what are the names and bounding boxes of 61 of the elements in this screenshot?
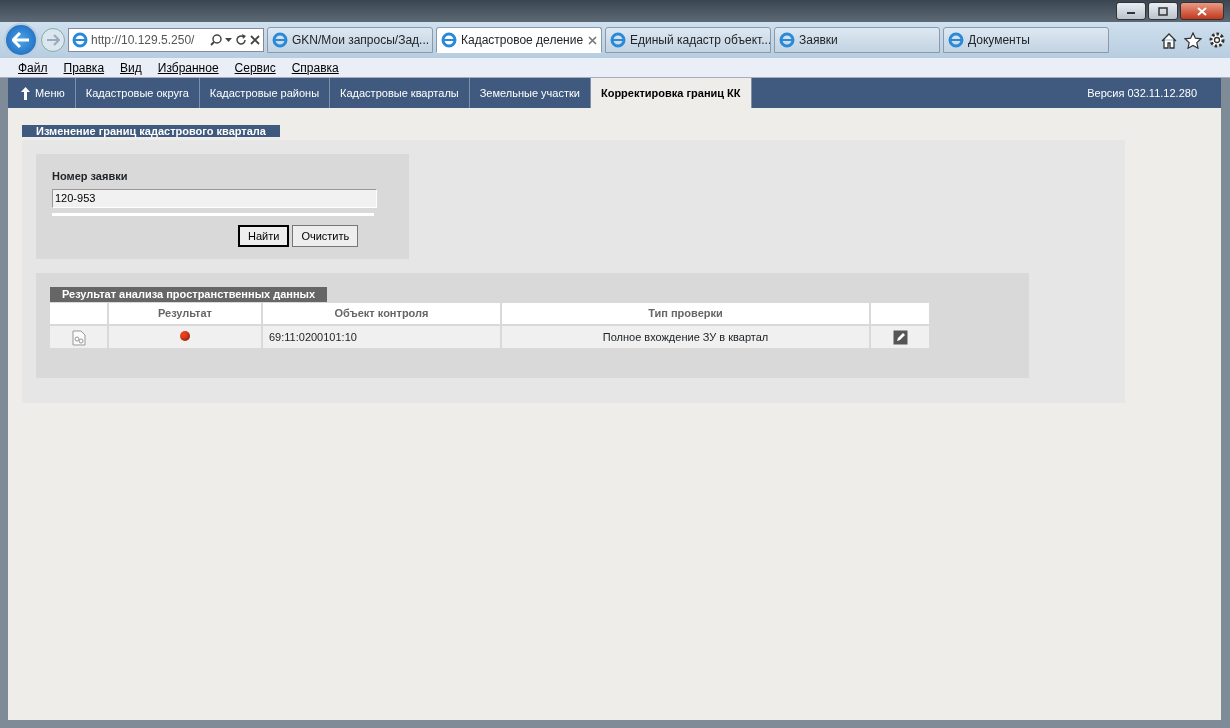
dropdown-caret-icon[interactable] <box>225 38 232 42</box>
search-icon[interactable] <box>210 34 222 46</box>
browser-tab[interactable]: Единый кадастр объект... <box>605 27 771 53</box>
menu-item[interactable]: Файл <box>18 59 48 77</box>
maximize-icon <box>1158 6 1168 16</box>
nav-tab[interactable]: Кадастровые округа <box>75 78 200 108</box>
table-cell: Полное вхождение ЗУ в квартал <box>502 326 869 348</box>
browser-logo-icon <box>72 32 88 48</box>
nav-tab[interactable]: Кадастровые районы <box>199 78 331 108</box>
refresh-icon[interactable] <box>235 34 247 46</box>
version-label: Версия 032.11.12.280 <box>1087 85 1198 101</box>
column-header: Результат <box>109 303 261 324</box>
tab-title: Кадастровое деление <box>461 32 584 49</box>
find-button[interactable]: Найти <box>238 224 290 247</box>
minimize-button[interactable] <box>1116 2 1146 20</box>
nav-tab[interactable]: Кадастровые кварталы <box>330 78 470 108</box>
edit-icon[interactable] <box>892 330 908 346</box>
browser-tab[interactable]: Кадастровое деление <box>436 27 602 53</box>
tab-title: GKN/Мои запросы/Зад... <box>292 32 430 49</box>
forward-arrow-icon <box>46 34 60 46</box>
address-text: http://10.129.5.250/ <box>91 32 195 49</box>
settings-icon[interactable] <box>1208 31 1226 49</box>
clear-button[interactable]: Очистить <box>292 224 359 247</box>
column-header: Тип проверки <box>502 303 869 324</box>
browser-logo-icon <box>610 32 626 48</box>
browser-logo-icon <box>948 32 964 48</box>
field-label: Номер заявки <box>52 169 129 184</box>
star-icon[interactable] <box>1184 31 1202 49</box>
nav-tab[interactable]: Земельные участки <box>469 78 591 108</box>
nav-label: Меню <box>35 85 65 101</box>
nav-tab[interactable]: Меню <box>11 78 76 108</box>
menu-item[interactable]: Справка <box>291 59 339 77</box>
results-title: Результат анализа пространственных данных <box>50 287 328 302</box>
tab-title: Документы <box>968 32 1030 49</box>
browser-tab[interactable]: Заявки <box>774 27 940 53</box>
home-icon[interactable] <box>1160 31 1178 49</box>
section-title: Изменение границ кадастрового квартала <box>22 125 280 137</box>
close-button[interactable] <box>1180 2 1224 20</box>
close-icon[interactable] <box>250 35 260 45</box>
up-arrow-icon <box>21 86 30 100</box>
maximize-button[interactable] <box>1148 2 1178 20</box>
nav-tab[interactable]: Корректировка границ КК <box>590 78 752 108</box>
back-arrow-icon <box>12 32 30 48</box>
browser-logo-icon <box>272 32 288 48</box>
request-number-field[interactable]: 120-953 <box>52 188 377 208</box>
browser-logo-icon <box>441 32 457 48</box>
close-icon <box>1197 6 1207 16</box>
tab-title: Единый кадастр объект... <box>630 32 770 49</box>
menu-item[interactable]: Избранное <box>157 59 219 77</box>
menu-item[interactable]: Сервис <box>234 59 276 77</box>
column-header: Объект контроля <box>263 303 500 324</box>
menu-item[interactable]: Правка <box>63 59 105 77</box>
table-cell: 69:11:0200101:10 <box>263 326 500 348</box>
close-icon[interactable] <box>588 35 597 45</box>
back-button[interactable] <box>4 23 38 57</box>
menu-item[interactable]: Вид <box>120 59 142 77</box>
browser-tab[interactable]: Документы <box>943 27 1109 53</box>
browser-logo-icon <box>779 32 795 48</box>
browser-tab[interactable]: GKN/Мои запросы/Зад... <box>267 27 433 53</box>
tab-title: Заявки <box>799 32 838 49</box>
address-bar[interactable]: http://10.129.5.250/ <box>68 28 264 52</box>
